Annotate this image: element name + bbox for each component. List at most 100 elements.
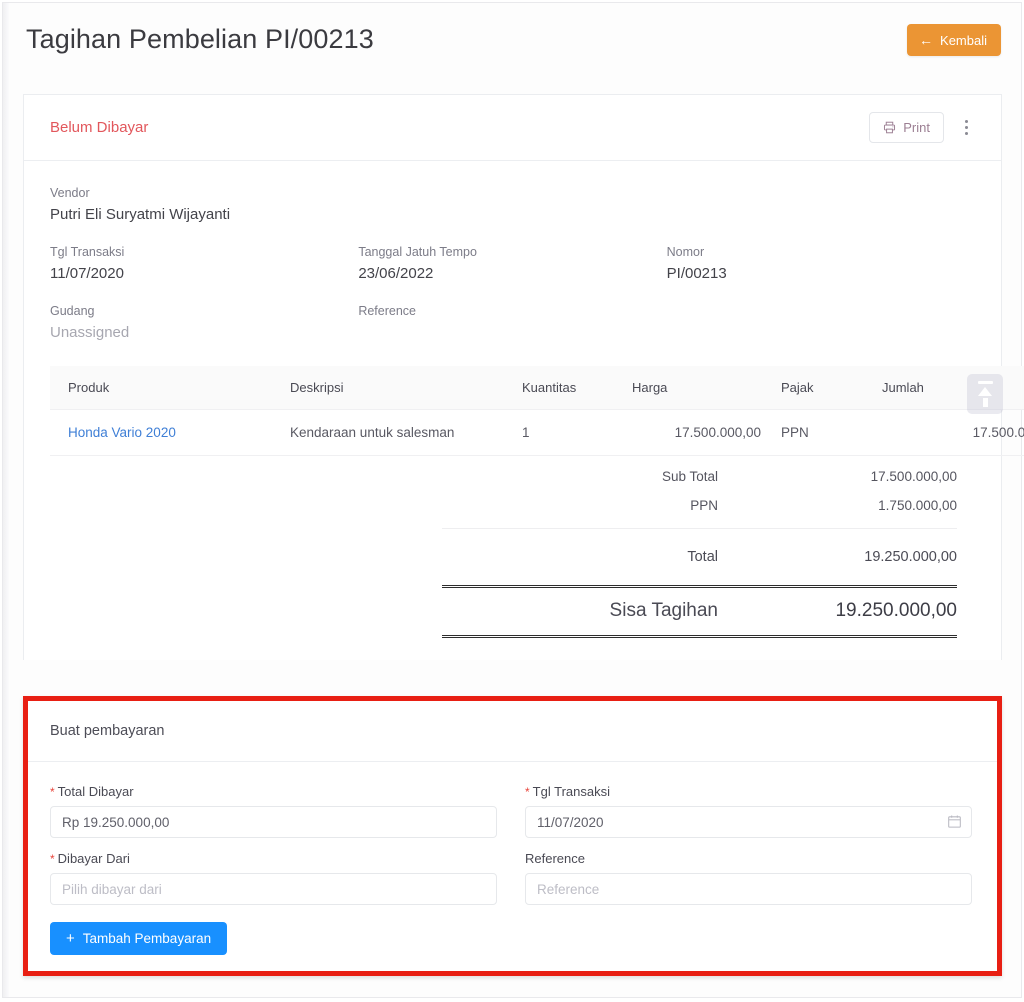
totals-inner: Sub Total 17.500.000,00 PPN 1.750.000,00… <box>442 462 975 638</box>
required-asterisk-icon: * <box>50 852 55 866</box>
total-label: Total <box>687 549 718 565</box>
ppn-label: PPN <box>690 498 718 513</box>
field-dibayar-dari: * Dibayar Dari <box>50 851 497 905</box>
meta-field-nomor: Nomor PI/00213 <box>667 242 975 285</box>
total-value: 19.250.000,00 <box>864 549 957 565</box>
arrow-up-to-line-icon <box>978 387 992 396</box>
cell-pajak: PPN <box>769 409 874 456</box>
table-row: Honda Vario 2020 Kendaraan untuk salesma… <box>50 409 1024 456</box>
sisa-tagihan-block: Sisa Tagihan 19.250.000,00 <box>442 585 957 638</box>
card-bottom-spacer <box>50 638 975 660</box>
sisa-tagihan-label: Sisa Tagihan <box>609 600 718 621</box>
cell-jumlah: 17.500.000,00 <box>874 409 1024 456</box>
field-total-dibayar: * Total Dibayar <box>50 784 497 838</box>
reference-field-label: Reference <box>525 851 585 866</box>
subtotal-value: 17.500.000,00 <box>870 469 957 484</box>
total-dibayar-input-wrap <box>50 806 497 838</box>
column-header-harga: Harga <box>624 366 769 410</box>
meta-field-spacer <box>667 301 975 344</box>
total-dibayar-input[interactable] <box>50 806 497 838</box>
ppn-value: 1.750.000,00 <box>878 498 957 513</box>
add-payment-button-label: Tambah Pembayaran <box>82 931 212 946</box>
dibayar-dari-label: * Dibayar Dari <box>50 851 497 866</box>
vendor-label: Vendor <box>50 186 90 200</box>
arrow-left-icon: ← <box>919 32 934 48</box>
kebab-menu-icon[interactable] <box>953 113 979 143</box>
product-link[interactable]: Honda Vario 2020 <box>68 425 176 440</box>
arrow-up-to-line-icon-stem <box>982 398 988 407</box>
totals-section: Sub Total 17.500.000,00 PPN 1.750.000,00… <box>50 462 975 638</box>
page-title: Tagihan Pembelian PI/00213 <box>26 24 374 54</box>
totals-divider: Total 19.250.000,00 <box>442 528 957 575</box>
app-root: Tagihan Pembelian PI/00213 ← Kembali Bel… <box>0 0 1024 1002</box>
column-header-kuantitas: Kuantitas <box>514 366 624 410</box>
tgl-transaksi-field-label: * Tgl Transaksi <box>525 784 972 799</box>
column-header-produk: Produk <box>50 366 282 410</box>
items-table: Produk Deskripsi Kuantitas Harga Pajak J… <box>50 366 1024 456</box>
subtotal-label: Sub Total <box>661 469 718 484</box>
payment-form: *Total Dibayar *Tgl Transaksi <box>50 784 975 905</box>
jatuh-tempo-label: Tanggal Jatuh Tempo <box>358 245 477 259</box>
gudang-value: Unassigned <box>50 324 130 341</box>
meta-row-gudang: Gudang Unassigned Reference <box>50 301 975 344</box>
total-row-sisa-tagihan: Sisa Tagihan 19.250.000,00 <box>442 600 957 622</box>
column-header-deskripsi: Deskripsi <box>282 366 514 410</box>
add-payment-button[interactable]: + Tambah Pembayaran <box>50 922 228 955</box>
sisa-tagihan-value: 19.250.000,00 <box>835 600 957 621</box>
back-button-label: Kembali <box>940 32 987 48</box>
payment-panel-title: Buat pembayaran <box>50 723 165 739</box>
invoice-card: Belum Dibayar Print Vendor Putri Eli Sur… <box>23 94 1024 660</box>
required-asterisk-icon: * <box>50 785 55 799</box>
total-row-ppn: PPN 1.750.000,00 <box>442 491 957 520</box>
reference-input-wrap <box>525 873 972 905</box>
meta-field-jatuh-tempo: Tanggal Jatuh Tempo 23/06/2022 <box>358 242 666 285</box>
payment-panel-header: Buat pembayaran <box>28 701 997 762</box>
column-header-pajak: Pajak <box>769 366 874 410</box>
vendor-value: Putri Eli Suryatmi Wijayanti <box>50 206 231 223</box>
total-dibayar-label-text: Total Dibayar <box>57 784 134 799</box>
field-reference: Reference <box>525 851 972 905</box>
dibayar-dari-input-wrap <box>50 873 497 905</box>
items-table-body: Honda Vario 2020 Kendaraan untuk salesma… <box>50 409 1024 456</box>
cell-produk: Honda Vario 2020 <box>50 409 282 456</box>
tgl-transaksi-field-label-text: Tgl Transaksi <box>532 784 610 799</box>
cell-deskripsi: Kendaraan untuk salesman <box>282 409 514 456</box>
nomor-label: Nomor <box>666 245 705 259</box>
items-table-wrapper: Produk Deskripsi Kuantitas Harga Pajak J… <box>50 366 1024 456</box>
dibayar-dari-select[interactable] <box>50 873 497 905</box>
back-button[interactable]: ← Kembali <box>907 24 1001 56</box>
nomor-value: PI/00213 <box>666 265 727 282</box>
arrow-up-to-line-icon-bar <box>977 381 993 384</box>
plus-icon: + <box>66 930 75 947</box>
payment-panel-body: *Total Dibayar *Tgl Transaksi <box>28 762 997 955</box>
meta-row-dates: Tgl Transaksi 11/07/2020 Tanggal Jatuh T… <box>50 242 975 285</box>
invoice-card-body: Vendor Putri Eli Suryatmi Wijayanti Tgl … <box>24 161 1024 660</box>
items-table-head: Produk Deskripsi Kuantitas Harga Pajak J… <box>50 366 1024 410</box>
meta-field-tgl-transaksi: Tgl Transaksi 11/07/2020 <box>50 242 358 285</box>
payment-panel-highlight: Buat pembayaran *Total Dibayar *Tgl Tran… <box>23 696 1002 976</box>
page-header: Tagihan Pembelian PI/00213 ← Kembali <box>23 14 1001 72</box>
gudang-label: Gudang <box>50 304 95 318</box>
cell-kuantitas: 1 <box>514 409 624 456</box>
tgl-transaksi-input[interactable] <box>525 806 972 838</box>
printer-icon <box>883 121 896 134</box>
field-tgl-transaksi: * Tgl Transaksi <box>525 784 972 838</box>
reference-label: Reference <box>358 304 417 318</box>
items-table-header-row: Produk Deskripsi Kuantitas Harga Pajak J… <box>50 366 1024 410</box>
meta-field-reference: Reference <box>358 301 666 344</box>
meta-row-vendor: Vendor Putri Eli Suryatmi Wijayanti <box>50 183 975 226</box>
reference-input[interactable] <box>525 873 972 905</box>
meta-field-gudang: Gudang Unassigned <box>50 301 358 344</box>
print-button[interactable]: Print <box>869 112 944 143</box>
tgl-transaksi-value: 11/07/2020 <box>50 265 124 282</box>
dibayar-dari-label-text: Dibayar Dari <box>57 851 130 866</box>
jatuh-tempo-value: 23/06/2022 <box>358 265 434 282</box>
required-asterisk-icon: * <box>525 785 530 799</box>
total-row-subtotal: Sub Total 17.500.000,00 <box>442 462 957 491</box>
cell-harga: 17.500.000,00 <box>624 409 769 456</box>
total-row-total: Total 19.250.000,00 <box>442 539 957 575</box>
print-button-label: Print <box>903 120 930 135</box>
scroll-to-top-button[interactable] <box>967 374 1003 414</box>
meta-field-vendor: Vendor Putri Eli Suryatmi Wijayanti <box>50 183 975 226</box>
tgl-transaksi-label: Tgl Transaksi <box>50 245 125 259</box>
